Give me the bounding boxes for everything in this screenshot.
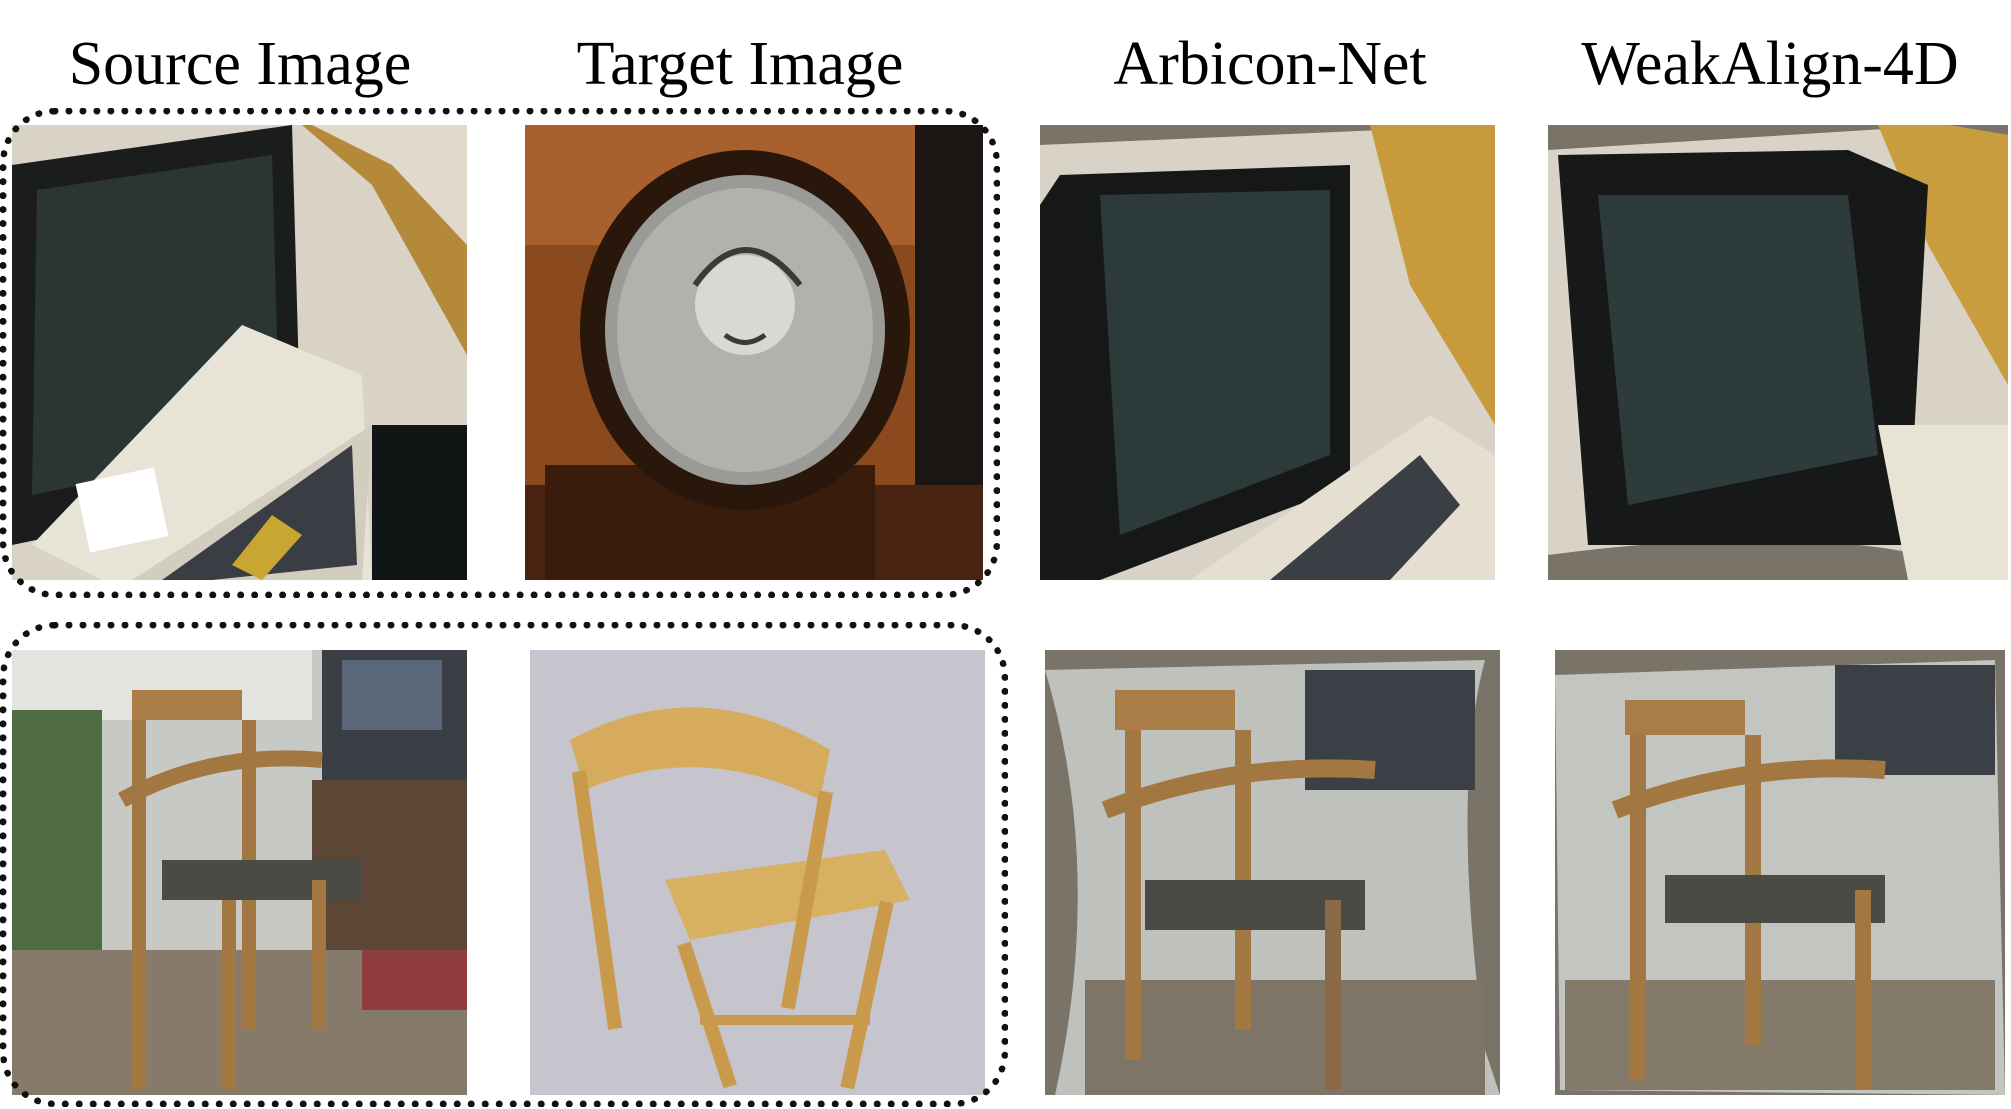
column-title-arbicon-net: Arbicon-Net [1113,30,1427,98]
row2-source-image [12,650,467,1095]
row1-source-image [12,125,467,580]
row2-arbicon-net-result [1045,650,1500,1095]
column-title-target: Target Image [576,30,904,98]
row1-target-image [525,125,983,580]
row2-weakalign-4d-result [1555,650,2005,1095]
row1-arbicon-net-result [1040,125,1495,580]
column-title-source: Source Image [68,30,412,98]
column-title-weakalign-4d: WeakAlign-4D [1581,30,1959,98]
row1-weakalign-4d-result [1548,125,2008,580]
row2-target-image [530,650,985,1095]
